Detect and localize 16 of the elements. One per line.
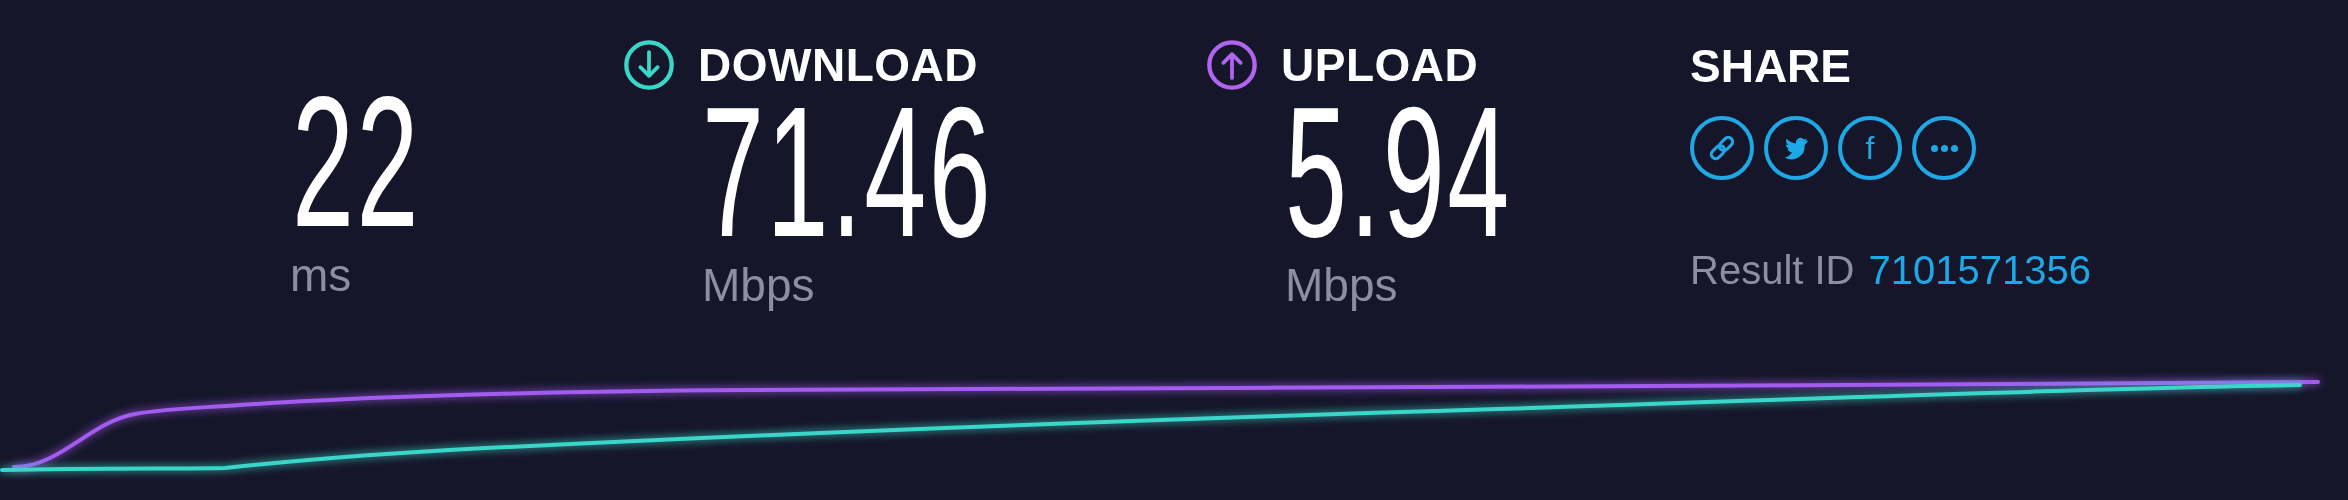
twitter-share-button[interactable] xyxy=(1764,116,1828,180)
metric-value: 5.94 xyxy=(1285,92,1512,252)
metric-unit: ms xyxy=(290,248,352,302)
more-share-button[interactable] xyxy=(1912,116,1976,180)
share-title: SHARE xyxy=(1690,39,1852,94)
metric-label: UPLOAD xyxy=(1281,38,1479,92)
facebook-share-button[interactable]: f xyxy=(1838,116,1902,180)
metric-unit: Mbps xyxy=(702,258,815,312)
metric-unit: Mbps xyxy=(1285,258,1398,312)
metric-value: 71.46 xyxy=(702,92,994,252)
metric-value: 22 xyxy=(292,82,421,242)
result-label: Result ID xyxy=(1690,248,1855,293)
dots-icon xyxy=(1930,144,1958,152)
metric-label: DOWNLOAD xyxy=(698,38,978,92)
result-id-link[interactable]: 7101571356 xyxy=(1868,248,2091,293)
link-share-button[interactable] xyxy=(1690,116,1754,180)
